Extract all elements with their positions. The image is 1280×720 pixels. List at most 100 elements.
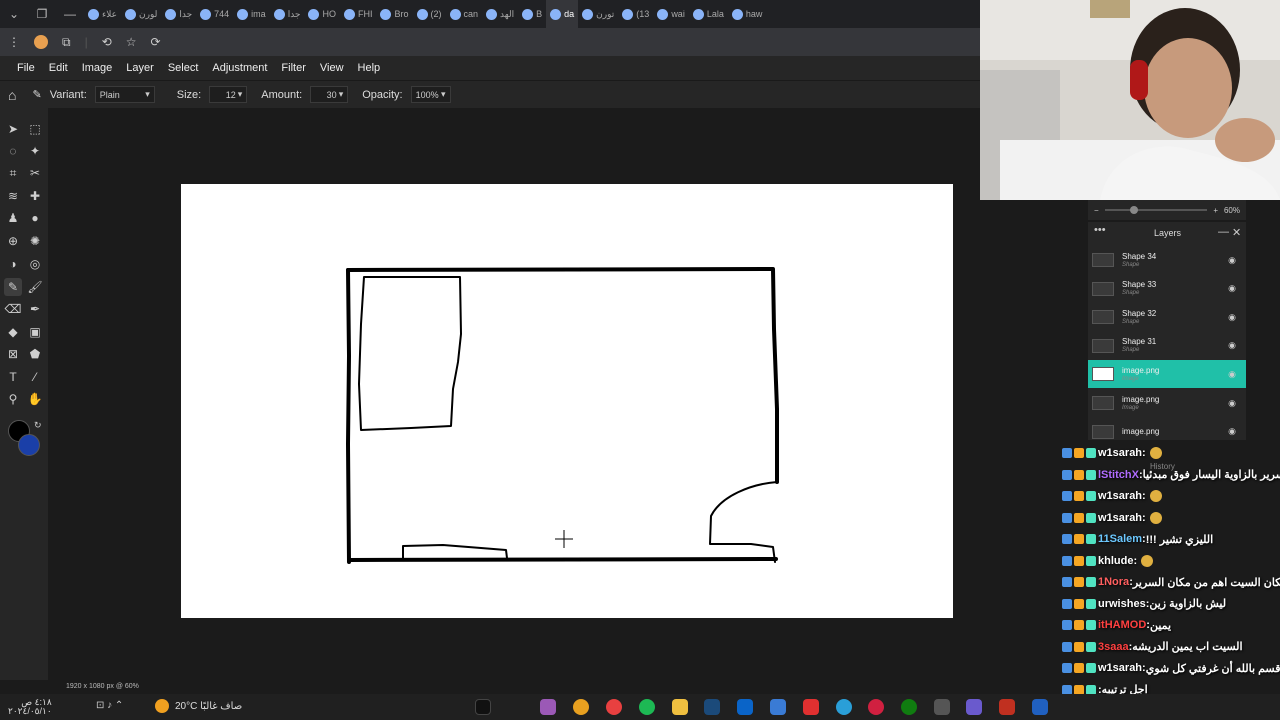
chat-username[interactable]: 11Salem — [1098, 533, 1142, 545]
layer-row[interactable]: Shape 32 Shape ◉ — [1088, 303, 1246, 331]
burn-tool-icon[interactable]: ◎ — [26, 255, 44, 273]
spotify-app-icon[interactable] — [639, 699, 655, 715]
tray-icons[interactable]: ⊡ ♪ ⌃ — [96, 700, 123, 711]
browser-tab[interactable]: Bro — [376, 0, 412, 28]
opacity-select[interactable]: 100% ▾ — [410, 86, 451, 103]
browser-tab[interactable]: لورن — [121, 0, 161, 28]
app-icon[interactable] — [540, 699, 556, 715]
visibility-eye-icon[interactable]: ◉ — [1228, 426, 1236, 437]
outlook-app-icon[interactable] — [737, 699, 753, 715]
dodge-tool-icon[interactable]: ◑ — [4, 255, 22, 273]
zoom-tool-icon[interactable]: ⚲ — [4, 390, 22, 408]
browser-tab[interactable]: 744 — [196, 0, 233, 28]
profile-avatar[interactable] — [34, 35, 48, 49]
variant-select[interactable]: Plain ▾ — [94, 86, 155, 103]
magic-wand-icon[interactable]: ✦ — [26, 142, 44, 160]
layer-row[interactable]: image.png Image ◉ — [1088, 389, 1246, 417]
app-icon[interactable] — [966, 699, 982, 715]
browser-tab[interactable]: can — [446, 0, 483, 28]
chat-username[interactable]: itHAMOD — [1098, 619, 1146, 631]
image-tool-icon[interactable]: ⊠ — [4, 345, 22, 363]
menu-image[interactable]: Image — [75, 56, 120, 80]
menu-dots-icon[interactable]: ⋮ — [8, 35, 20, 49]
bookmark-star-icon[interactable]: ☆ — [126, 35, 137, 49]
tiktok-app-icon[interactable] — [475, 699, 491, 715]
hand-tool-icon[interactable]: ✋ — [26, 390, 44, 408]
swap-colors-icon[interactable]: ↻ — [34, 420, 42, 431]
menu-view[interactable]: View — [313, 56, 351, 80]
marquee-tool-icon[interactable]: ⬚ — [26, 120, 44, 138]
browser-tab[interactable]: HO — [304, 0, 340, 28]
close-icon[interactable]: ✕ — [1232, 226, 1241, 239]
chat-username[interactable]: 3saaa — [1098, 641, 1129, 653]
zoom-slider-handle[interactable] — [1129, 206, 1138, 214]
browser-tab[interactable]: علاء — [84, 0, 121, 28]
shape-tool-icon[interactable]: ⬟ — [26, 345, 44, 363]
chat-username[interactable]: khlude — [1098, 555, 1133, 567]
text-tool-icon[interactable]: T — [4, 368, 22, 386]
weather-text[interactable]: 20°C صاف غالبًا — [175, 701, 242, 712]
zoom-in-button[interactable]: + — [1213, 206, 1218, 215]
move-tool-icon[interactable]: ➤ — [4, 120, 22, 138]
extensions-icon[interactable]: ⧉ — [62, 35, 71, 50]
zoom-out-button[interactable]: − — [1094, 206, 1099, 215]
chat-username[interactable]: w1sarah — [1098, 490, 1142, 502]
clone-tool-icon[interactable]: ✒ — [26, 300, 44, 318]
home-icon[interactable]: ⌂ — [8, 87, 16, 103]
steam-app-icon[interactable] — [704, 699, 720, 715]
menu-adjustment[interactable]: Adjustment — [205, 56, 274, 80]
menu-select[interactable]: Select — [161, 56, 206, 80]
stamp-tool-icon[interactable]: ♟ — [4, 209, 22, 227]
browser-tab[interactable]: تورن — [578, 0, 618, 28]
chat-username[interactable]: w1sarah — [1098, 512, 1142, 524]
browser-tab[interactable]: wai — [653, 0, 689, 28]
visibility-eye-icon[interactable]: ◉ — [1228, 398, 1236, 409]
browser-tab[interactable]: FHI — [340, 0, 377, 28]
collapse-icon[interactable]: — — [1218, 226, 1229, 238]
chat-username[interactable]: 1Nora — [1098, 576, 1129, 588]
weather-icon[interactable] — [155, 699, 169, 713]
liquify-tool-icon[interactable]: ≋ — [4, 187, 22, 205]
zoom-slider[interactable] — [1104, 206, 1208, 214]
background-color-swatch[interactable] — [18, 434, 40, 456]
sphere-tool-icon[interactable]: ⊕ — [4, 232, 22, 250]
minimize-icon[interactable]: — — [56, 7, 84, 21]
sponge-tool-icon[interactable]: ✺ — [26, 232, 44, 250]
app-icon[interactable] — [770, 699, 786, 715]
browser-tab[interactable]: (13 — [618, 0, 653, 28]
pencil-tool-icon[interactable]: ✎ — [4, 278, 22, 296]
visibility-eye-icon[interactable]: ◉ — [1228, 255, 1236, 266]
browser-tab[interactable]: جدا — [270, 0, 305, 28]
browser-tab[interactable]: haw — [728, 0, 767, 28]
layer-row[interactable]: Shape 34 Shape ◉ — [1088, 246, 1246, 274]
browser-tab[interactable]: Lala — [689, 0, 728, 28]
menu-file[interactable]: File — [10, 56, 42, 80]
chat-username[interactable]: w1sarah — [1098, 447, 1142, 459]
chat-username[interactable]: urwishes — [1098, 598, 1146, 610]
eraser-tool-icon[interactable]: ⌫ — [4, 300, 22, 318]
browser-tab[interactable]: da — [546, 0, 579, 28]
eyedropper-tool-icon[interactable]: ⁄ — [26, 368, 44, 386]
layer-row[interactable]: image.png Image ◉ — [1088, 360, 1246, 389]
app-icon[interactable] — [934, 699, 950, 715]
browser-tab[interactable]: الهد — [482, 0, 518, 28]
app-icon[interactable] — [803, 699, 819, 715]
browser-tab[interactable]: جدا — [161, 0, 196, 28]
app-icon[interactable] — [999, 699, 1015, 715]
file-explorer-icon[interactable] — [672, 699, 688, 715]
menu-edit[interactable]: Edit — [42, 56, 75, 80]
brush-tool-icon[interactable]: 🖌 — [26, 278, 44, 296]
healing-tool-icon[interactable]: ✚ — [26, 187, 44, 205]
chat-username[interactable]: lStitchX — [1098, 469, 1139, 481]
cast-icon[interactable]: ⟲ — [102, 35, 112, 49]
reload-icon[interactable]: ⟳ — [151, 35, 161, 49]
restore-icon[interactable]: ❐ — [28, 7, 56, 21]
chrome-app-icon[interactable] — [573, 699, 589, 715]
amount-select[interactable]: 30 ▾ — [310, 86, 349, 103]
crop-tool-icon[interactable]: ⌗ — [4, 164, 22, 182]
xbox-app-icon[interactable] — [901, 699, 917, 715]
gradient-tool-icon[interactable]: ▣ — [26, 323, 44, 341]
visibility-eye-icon[interactable]: ◉ — [1228, 283, 1236, 294]
chat-username[interactable]: w1sarah — [1098, 662, 1142, 674]
app-icon[interactable] — [606, 699, 622, 715]
